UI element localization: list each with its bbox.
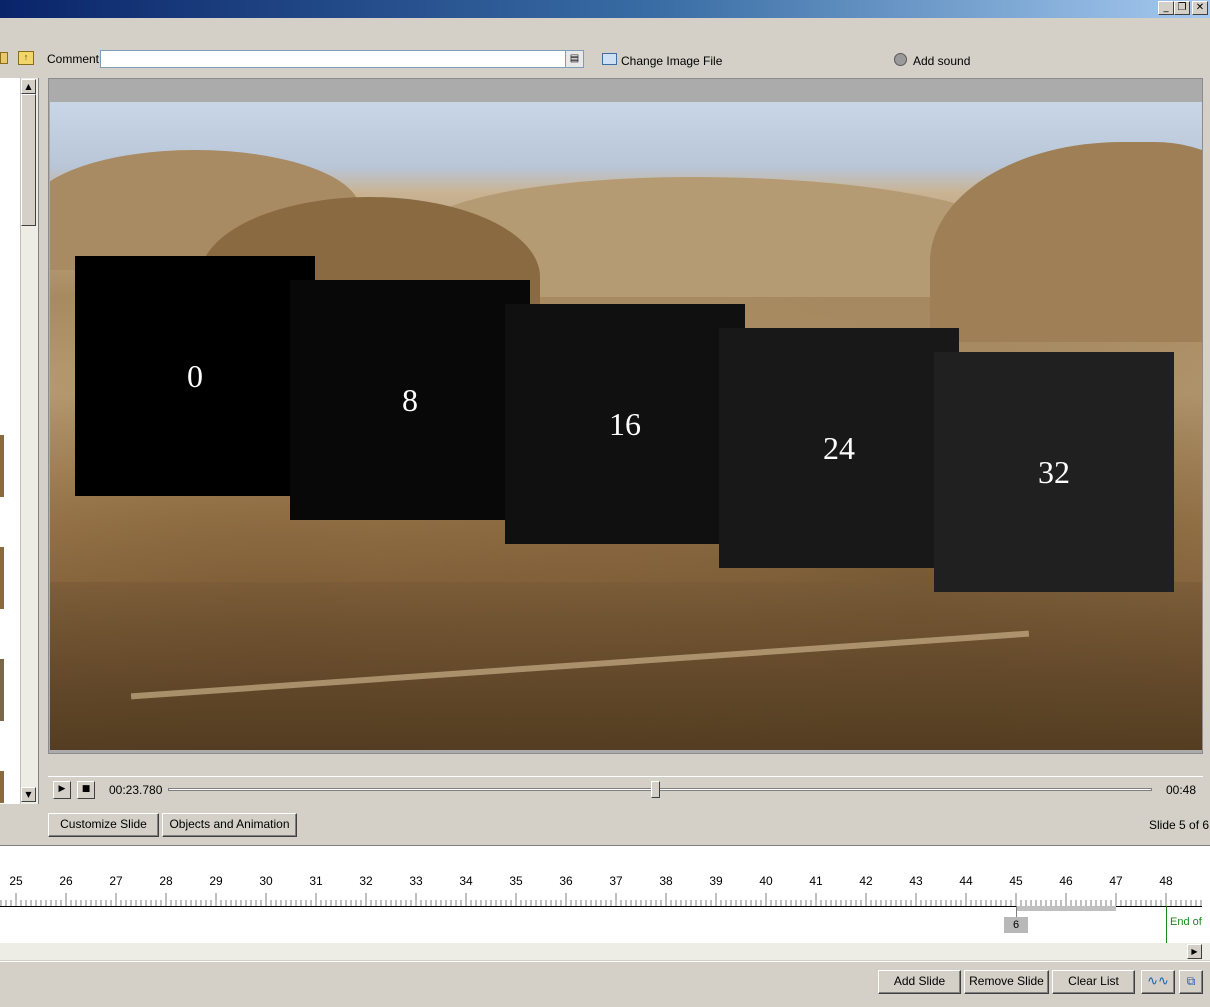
scroll-up-icon[interactable]: ▲: [21, 79, 36, 94]
number-box[interactable]: 0: [75, 256, 315, 496]
scroll-down-icon[interactable]: ▼: [21, 787, 36, 802]
timeline-tick-label: 46: [1059, 874, 1073, 888]
timeline-tick-label: 30: [259, 874, 273, 888]
timeline-tick-label: 29: [209, 874, 223, 888]
change-image-file-button[interactable]: Change Image File: [621, 54, 722, 68]
customize-slide-button[interactable]: Customize Slide: [48, 813, 159, 837]
waveform-icon[interactable]: ∿∿: [1141, 970, 1175, 994]
comment-edit-button[interactable]: ▤: [565, 50, 584, 68]
playback-slider-thumb[interactable]: [651, 781, 661, 798]
timeline-tick-label: 25: [9, 874, 23, 888]
number-box[interactable]: 32: [934, 352, 1174, 592]
window-toggle-icon[interactable]: ⧉: [1179, 970, 1203, 994]
slide-thumbnail[interactable]: [0, 546, 4, 609]
timeline-tick-label: 35: [509, 874, 523, 888]
timeline-tick-label: 41: [809, 874, 823, 888]
slide-preview-image[interactable]: 0 8 16 24 32: [50, 102, 1202, 750]
sound-icon[interactable]: [894, 53, 907, 66]
restore-button[interactable]: ❐: [1174, 1, 1190, 15]
timeline-tick-label: 28: [159, 874, 173, 888]
slide-marker[interactable]: 6: [1004, 917, 1028, 933]
number-box[interactable]: 8: [290, 280, 530, 520]
remove-slide-button[interactable]: Remove Slide: [964, 970, 1049, 994]
timeline-tick-label: 48: [1159, 874, 1173, 888]
timeline-tick-label: 31: [309, 874, 323, 888]
timeline-tick-label: 44: [959, 874, 973, 888]
slide-counter: Slide 5 of 6: [1149, 818, 1210, 832]
scroll-right-icon[interactable]: ▶: [1187, 944, 1202, 959]
timeline-tick-label: 39: [709, 874, 723, 888]
scroll-thumb[interactable]: [21, 94, 36, 226]
timeline-tick-label: 38: [659, 874, 673, 888]
timeline-ruler: [0, 893, 1202, 906]
clear-list-button[interactable]: Clear List: [1052, 970, 1135, 994]
play-icon[interactable]: ▶: [53, 781, 71, 799]
stop-icon[interactable]: ■: [77, 781, 95, 799]
title-bar: [0, 0, 1210, 18]
timeline-tick-label: 27: [109, 874, 123, 888]
image-file-icon[interactable]: [602, 53, 617, 65]
minimize-button[interactable]: _: [1158, 1, 1174, 15]
timeline-tick-label: 37: [609, 874, 623, 888]
add-sound-button[interactable]: Add sound: [913, 54, 970, 68]
timeline-tick-label: 33: [409, 874, 423, 888]
timeline-tick-label: 36: [559, 874, 573, 888]
slide-duration-bar: [1016, 906, 1116, 911]
slide-thumbnail[interactable]: [0, 434, 4, 497]
add-slide-button[interactable]: Add Slide: [878, 970, 961, 994]
close-button[interactable]: ✕: [1192, 1, 1208, 15]
slide-thumbnail[interactable]: [0, 658, 4, 721]
folder-up-icon[interactable]: ↑: [18, 51, 34, 65]
number-box[interactable]: 24: [719, 328, 959, 568]
number-box[interactable]: 16: [505, 304, 745, 544]
end-label: End of: [1170, 916, 1202, 928]
timeline-tick-label: 42: [859, 874, 873, 888]
current-time: 00:23.780: [109, 783, 163, 797]
timeline-tick-label: 47: [1109, 874, 1123, 888]
timeline-tick-label: 26: [59, 874, 73, 888]
comment-label: Comment: [47, 52, 100, 66]
timeline-tick-label: 40: [759, 874, 773, 888]
timeline-scrollbar[interactable]: [0, 943, 1210, 960]
timeline-tick-label: 45: [1009, 874, 1023, 888]
objects-and-animation-button[interactable]: Objects and Animation: [162, 813, 297, 837]
timeline-tick-label: 43: [909, 874, 923, 888]
end-marker-line: [1166, 906, 1167, 944]
slide-thumbnail[interactable]: [0, 770, 4, 803]
home-icon[interactable]: [0, 52, 8, 64]
timeline-tick-label: 32: [359, 874, 373, 888]
comment-input[interactable]: [100, 50, 566, 68]
total-time: 00:48: [1166, 783, 1197, 797]
timeline-tick-label: 34: [459, 874, 473, 888]
